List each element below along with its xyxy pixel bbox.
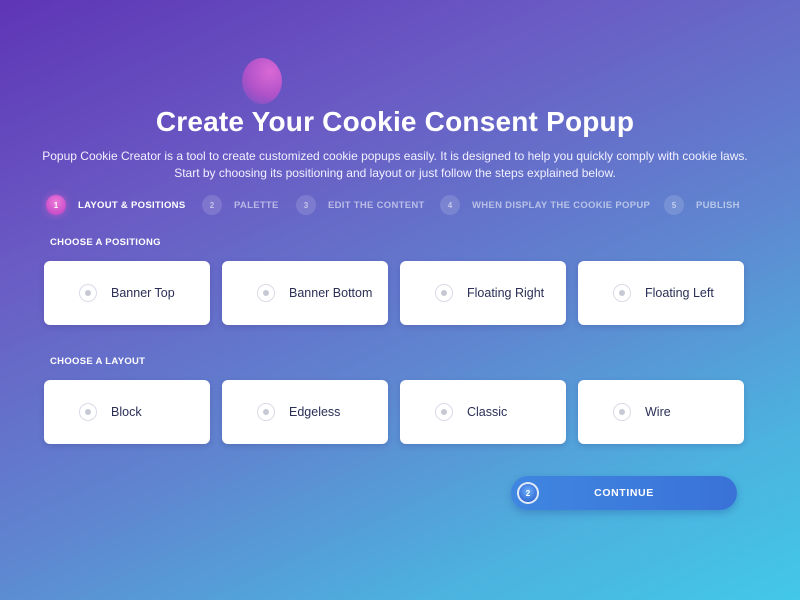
radio-button[interactable] [435,284,453,302]
option-label: Floating Left [645,286,714,300]
step-number-badge: 3 [296,195,316,215]
step-number-badge: 2 [202,195,222,215]
step-palette[interactable]: 2 PALETTE [202,194,279,216]
option-label: Banner Top [111,286,175,300]
position-option-floating-right[interactable]: Floating Right [400,261,566,325]
layout-option-block[interactable]: Block [44,380,210,444]
option-label: Edgeless [289,405,341,419]
layout-options: Block Edgeless Classic Wire [44,380,748,444]
radio-button[interactable] [613,284,631,302]
radio-dot [263,290,269,296]
page-description: Popup Cookie Creator is a tool to create… [30,148,760,182]
layout-section-label: CHOOSE A LAYOUT [50,356,146,367]
layout-option-edgeless[interactable]: Edgeless [222,380,388,444]
step-edit-content[interactable]: 3 EDIT THE CONTENT [296,194,425,216]
layout-option-wire[interactable]: Wire [578,380,744,444]
positioning-options: Banner Top Banner Bottom Floating Right … [44,261,748,325]
option-label: Block [111,405,142,419]
step-number-badge: 4 [440,195,460,215]
continue-label: CONTINUE [594,487,654,499]
radio-dot [441,290,447,296]
step-label: PUBLISH [696,199,740,211]
option-label: Banner Bottom [289,286,373,300]
step-number-badge: 1 [46,195,66,215]
radio-button[interactable] [435,403,453,421]
positioning-section-label: CHOOSE A POSITIONG [50,237,161,248]
option-label: Wire [645,405,671,419]
radio-dot [441,409,447,415]
decorative-circle [242,58,282,104]
position-option-floating-left[interactable]: Floating Left [578,261,744,325]
continue-button[interactable]: 2 CONTINUE [511,476,737,510]
radio-dot [619,409,625,415]
radio-button[interactable] [257,403,275,421]
step-when-display[interactable]: 4 WHEN DISPLAY THE COOKIE POPUP [440,194,650,216]
option-label: Floating Right [467,286,545,300]
step-label: LAYOUT & POSITIONS [78,199,186,211]
step-label: WHEN DISPLAY THE COOKIE POPUP [472,199,651,211]
radio-button[interactable] [79,284,97,302]
step-layout-positions[interactable]: 1 LAYOUT & POSITIONS [46,194,185,216]
radio-dot [85,290,91,296]
radio-dot [263,409,269,415]
step-progress-bar: 1 LAYOUT & POSITIONS 2 PALETTE 3 EDIT TH… [46,194,766,216]
description-line-1: Popup Cookie Creator is a tool to create… [42,149,748,163]
position-option-banner-top[interactable]: Banner Top [44,261,210,325]
position-option-banner-bottom[interactable]: Banner Bottom [222,261,388,325]
layout-option-classic[interactable]: Classic [400,380,566,444]
radio-dot [619,290,625,296]
radio-button[interactable] [79,403,97,421]
step-publish[interactable]: 5 PUBLISH [664,194,740,216]
radio-dot [85,409,91,415]
step-number-badge: 5 [664,195,684,215]
step-label: PALETTE [234,199,279,211]
radio-button[interactable] [257,284,275,302]
description-line-2: Start by choosing its positioning and la… [174,166,616,180]
step-label: EDIT THE CONTENT [328,199,425,211]
next-step-badge: 2 [517,482,539,504]
option-label: Classic [467,405,508,419]
radio-button[interactable] [613,403,631,421]
page-title: Create Your Cookie Consent Popup [155,106,635,137]
